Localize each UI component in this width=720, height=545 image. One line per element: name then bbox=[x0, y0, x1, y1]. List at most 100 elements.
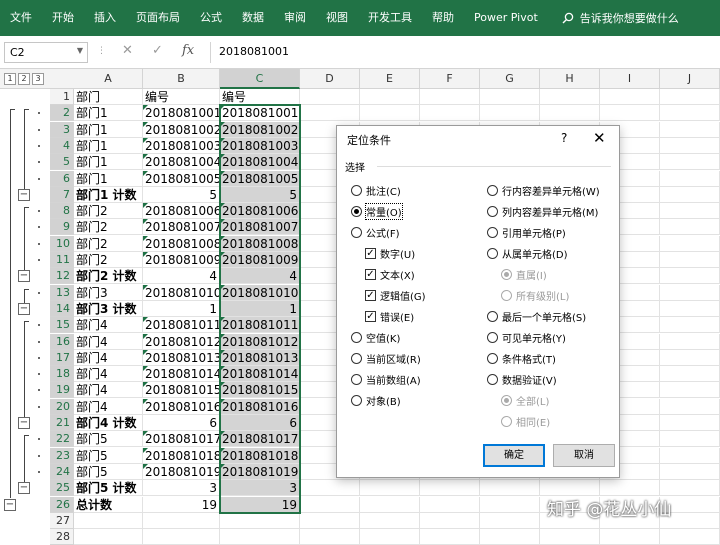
empty-cell[interactable] bbox=[480, 496, 540, 513]
cell-department[interactable] bbox=[74, 529, 143, 545]
cell-id[interactable] bbox=[143, 529, 220, 545]
help-icon[interactable]: ? bbox=[561, 131, 567, 145]
row-header[interactable]: 2 bbox=[50, 105, 74, 122]
cell-id-selected[interactable]: 3 bbox=[220, 480, 300, 497]
empty-cell[interactable] bbox=[300, 480, 360, 497]
radio-last-cell[interactable]: 最后一个单元格(S) bbox=[487, 309, 586, 324]
cell-id-selected[interactable]: 5 bbox=[220, 186, 300, 203]
cell-department[interactable]: 部门4 bbox=[74, 333, 143, 350]
cell-id[interactable]: 2018081001 bbox=[143, 105, 220, 122]
cell-department[interactable]: 部门4 bbox=[74, 317, 143, 334]
cell-id[interactable]: 4 bbox=[143, 268, 220, 285]
empty-cell[interactable] bbox=[660, 480, 720, 497]
cancel-entry-icon[interactable]: ✕ bbox=[122, 43, 133, 58]
tab-page-layout[interactable]: 页面布局 bbox=[126, 0, 190, 36]
radio-button[interactable] bbox=[487, 332, 498, 343]
empty-cell[interactable] bbox=[600, 89, 660, 105]
empty-cell[interactable] bbox=[360, 105, 420, 122]
cell-id-selected[interactable]: 2018081014 bbox=[220, 366, 300, 383]
empty-cell[interactable] bbox=[660, 398, 720, 415]
cell-id-selected[interactable]: 2018081004 bbox=[220, 154, 300, 171]
cell-id[interactable]: 2018081010 bbox=[143, 284, 220, 301]
cell-id[interactable] bbox=[143, 512, 220, 529]
cell-department[interactable]: 部门4 bbox=[74, 366, 143, 383]
radio-objects[interactable]: 对象(B) bbox=[351, 393, 401, 408]
cell-id-selected[interactable]: 2018081012 bbox=[220, 333, 300, 350]
row-header[interactable]: 12 bbox=[50, 268, 74, 285]
row-header[interactable]: 25 bbox=[50, 480, 74, 497]
empty-cell[interactable] bbox=[480, 105, 540, 122]
outline-level-3-button[interactable]: 3 bbox=[32, 73, 44, 85]
radio-conditional-formats[interactable]: 条件格式(T) bbox=[487, 351, 556, 366]
column-header-g[interactable]: G bbox=[480, 69, 540, 89]
cell-department[interactable]: 部门5 bbox=[74, 431, 143, 448]
cell-id-selected[interactable]: 2018081002 bbox=[220, 121, 300, 138]
row-header[interactable]: 6 bbox=[50, 170, 74, 187]
cell-id-selected[interactable]: 2018081003 bbox=[220, 137, 300, 154]
cell-id[interactable]: 编号 bbox=[143, 89, 220, 105]
cell-department[interactable]: 部门5 bbox=[74, 463, 143, 480]
radio-button[interactable] bbox=[351, 395, 362, 406]
empty-cell[interactable] bbox=[660, 349, 720, 366]
tab-file[interactable]: 文件 bbox=[0, 0, 42, 36]
empty-cell[interactable] bbox=[420, 105, 480, 122]
cell-id-selected[interactable]: 2018081006 bbox=[220, 203, 300, 220]
cell-department[interactable]: 部门4 bbox=[74, 398, 143, 415]
cell-department[interactable]: 部门2 bbox=[74, 203, 143, 220]
empty-cell[interactable] bbox=[660, 284, 720, 301]
radio-button[interactable] bbox=[487, 227, 498, 238]
cell-id[interactable]: 6 bbox=[143, 415, 220, 431]
tab-developer[interactable]: 开发工具 bbox=[358, 0, 422, 36]
cell-department[interactable]: 部门2 bbox=[74, 252, 143, 268]
empty-cell[interactable] bbox=[660, 529, 720, 545]
cell-id[interactable]: 2018081019 bbox=[143, 463, 220, 480]
cell-id-selected[interactable]: 2018081010 bbox=[220, 284, 300, 301]
row-header[interactable]: 7 bbox=[50, 186, 74, 203]
cell-id[interactable]: 5 bbox=[143, 186, 220, 203]
tell-me-box[interactable]: 告诉我你想要做什么 bbox=[548, 10, 679, 26]
cell-department[interactable] bbox=[74, 512, 143, 529]
empty-cell[interactable] bbox=[480, 529, 540, 545]
cell-id[interactable]: 2018081009 bbox=[143, 252, 220, 268]
row-header[interactable]: 3 bbox=[50, 121, 74, 138]
close-icon[interactable]: ✕ bbox=[593, 129, 606, 147]
row-header[interactable]: 1 bbox=[50, 89, 74, 105]
cell-department[interactable]: 部门1 bbox=[74, 137, 143, 154]
column-header-d[interactable]: D bbox=[300, 69, 360, 89]
empty-cell[interactable] bbox=[660, 203, 720, 220]
radio-data-validation[interactable]: 数据验证(V) bbox=[487, 372, 557, 387]
cell-department[interactable]: 部门5 计数 bbox=[74, 480, 143, 497]
row-header[interactable]: 23 bbox=[50, 447, 74, 464]
cell-id-selected[interactable]: 编号 bbox=[220, 89, 300, 105]
radio-comments[interactable]: 批注(C) bbox=[351, 183, 401, 198]
cell-id[interactable]: 2018081018 bbox=[143, 447, 220, 464]
row-header[interactable]: 11 bbox=[50, 252, 74, 268]
empty-cell[interactable] bbox=[660, 89, 720, 105]
cell-id-selected[interactable]: 2018081001 bbox=[220, 105, 300, 122]
radio-button[interactable] bbox=[351, 185, 362, 196]
row-header[interactable]: 15 bbox=[50, 317, 74, 334]
cell-id[interactable]: 2018081007 bbox=[143, 219, 220, 236]
empty-cell[interactable] bbox=[660, 366, 720, 383]
empty-cell[interactable] bbox=[660, 333, 720, 350]
empty-cell[interactable] bbox=[300, 512, 360, 529]
empty-cell[interactable] bbox=[660, 235, 720, 252]
tab-data[interactable]: 数据 bbox=[232, 0, 274, 36]
empty-cell[interactable] bbox=[660, 463, 720, 480]
collapse-group-button[interactable]: − bbox=[18, 302, 30, 315]
row-header[interactable]: 28 bbox=[50, 529, 74, 545]
radio-button[interactable] bbox=[487, 374, 498, 385]
empty-cell[interactable] bbox=[540, 529, 600, 545]
row-header[interactable]: 27 bbox=[50, 512, 74, 529]
cell-id-selected[interactable]: 2018081009 bbox=[220, 252, 300, 268]
collapse-group-button[interactable]: − bbox=[18, 417, 30, 429]
radio-button[interactable] bbox=[351, 332, 362, 343]
empty-cell[interactable] bbox=[660, 170, 720, 187]
empty-cell[interactable] bbox=[540, 105, 600, 122]
checkbox-numbers[interactable]: ✓ 数字(U) bbox=[365, 246, 415, 261]
column-header-j[interactable]: J bbox=[660, 69, 720, 89]
radio-precedents[interactable]: 引用单元格(P) bbox=[487, 225, 566, 240]
column-header-b[interactable]: B bbox=[143, 69, 220, 89]
row-header[interactable]: 22 bbox=[50, 431, 74, 448]
column-header-e[interactable]: E bbox=[360, 69, 420, 89]
